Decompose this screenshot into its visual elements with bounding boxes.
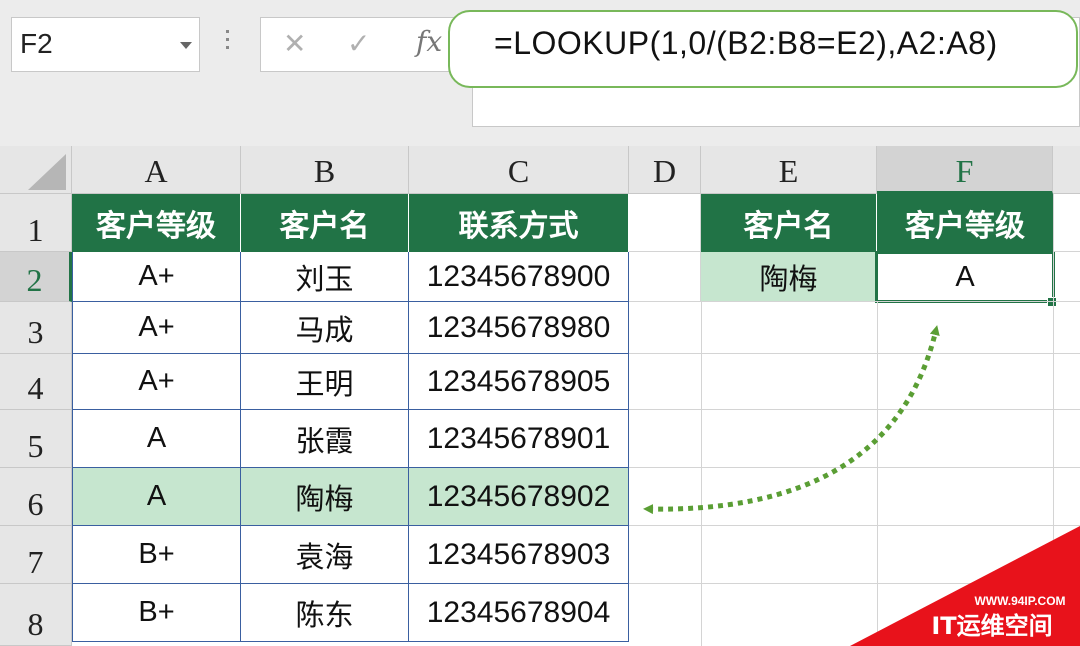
watermark-logo: WWW.94IP.COM IT运维空间 — [850, 526, 1080, 646]
watermark-brand: IT运维空间 — [931, 612, 1052, 640]
watermark-url: WWW.94IP.COM — [974, 594, 1065, 608]
